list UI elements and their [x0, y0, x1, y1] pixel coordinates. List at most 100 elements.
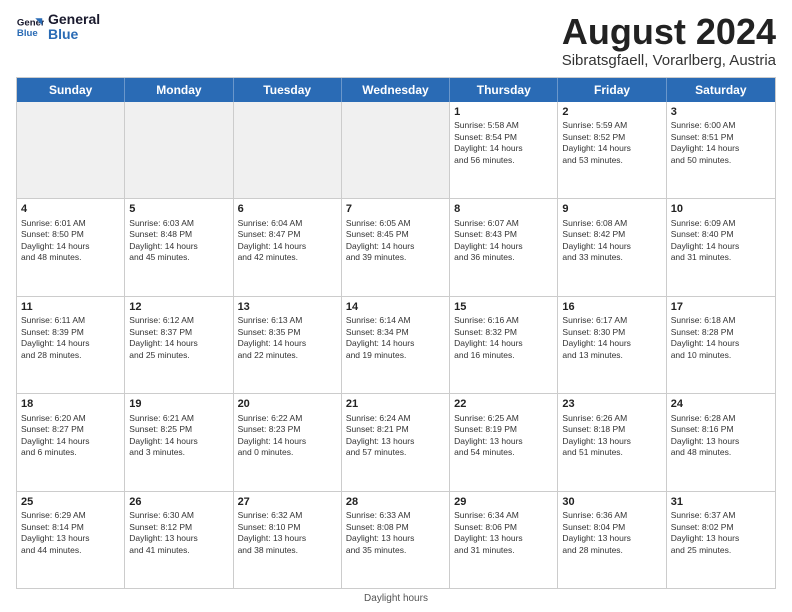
- day-number: 5: [129, 202, 228, 217]
- calendar-day-12: 12Sunrise: 6:12 AM Sunset: 8:37 PM Dayli…: [125, 297, 233, 393]
- day-number: 22: [454, 397, 553, 412]
- day-number: 28: [346, 495, 445, 510]
- header-day-tuesday: Tuesday: [234, 78, 342, 102]
- day-number: 30: [562, 495, 661, 510]
- calendar-day-1: 1Sunrise: 5:58 AM Sunset: 8:54 PM Daylig…: [450, 102, 558, 198]
- day-info: Sunrise: 6:18 AM Sunset: 8:28 PM Dayligh…: [671, 315, 771, 361]
- day-info: Sunrise: 6:08 AM Sunset: 8:42 PM Dayligh…: [562, 218, 661, 264]
- title-area: August 2024 Sibratsgfaell, Vorarlberg, A…: [562, 12, 776, 69]
- day-number: 21: [346, 397, 445, 412]
- day-number: 25: [21, 495, 120, 510]
- calendar-week-1: 1Sunrise: 5:58 AM Sunset: 8:54 PM Daylig…: [17, 102, 775, 199]
- location-subtitle: Sibratsgfaell, Vorarlberg, Austria: [562, 52, 776, 69]
- day-number: 31: [671, 495, 771, 510]
- top-area: General Blue General Blue August 2024 Si…: [16, 12, 776, 69]
- day-info: Sunrise: 6:11 AM Sunset: 8:39 PM Dayligh…: [21, 315, 120, 361]
- day-number: 4: [21, 202, 120, 217]
- calendar-day-31: 31Sunrise: 6:37 AM Sunset: 8:02 PM Dayli…: [667, 492, 775, 588]
- day-info: Sunrise: 6:03 AM Sunset: 8:48 PM Dayligh…: [129, 218, 228, 264]
- svg-text:Blue: Blue: [17, 28, 38, 39]
- calendar-day-17: 17Sunrise: 6:18 AM Sunset: 8:28 PM Dayli…: [667, 297, 775, 393]
- calendar-day-14: 14Sunrise: 6:14 AM Sunset: 8:34 PM Dayli…: [342, 297, 450, 393]
- calendar-day-18: 18Sunrise: 6:20 AM Sunset: 8:27 PM Dayli…: [17, 394, 125, 490]
- calendar-week-5: 25Sunrise: 6:29 AM Sunset: 8:14 PM Dayli…: [17, 492, 775, 588]
- calendar-day-6: 6Sunrise: 6:04 AM Sunset: 8:47 PM Daylig…: [234, 199, 342, 295]
- calendar-day-22: 22Sunrise: 6:25 AM Sunset: 8:19 PM Dayli…: [450, 394, 558, 490]
- day-number: 20: [238, 397, 337, 412]
- day-info: Sunrise: 6:21 AM Sunset: 8:25 PM Dayligh…: [129, 413, 228, 459]
- day-info: Sunrise: 6:13 AM Sunset: 8:35 PM Dayligh…: [238, 315, 337, 361]
- day-info: Sunrise: 6:28 AM Sunset: 8:16 PM Dayligh…: [671, 413, 771, 459]
- day-info: Sunrise: 6:12 AM Sunset: 8:37 PM Dayligh…: [129, 315, 228, 361]
- day-number: 7: [346, 202, 445, 217]
- day-number: 8: [454, 202, 553, 217]
- day-number: 10: [671, 202, 771, 217]
- day-number: 19: [129, 397, 228, 412]
- day-info: Sunrise: 5:58 AM Sunset: 8:54 PM Dayligh…: [454, 120, 553, 166]
- day-number: 13: [238, 300, 337, 315]
- day-info: Sunrise: 6:24 AM Sunset: 8:21 PM Dayligh…: [346, 413, 445, 459]
- calendar-day-28: 28Sunrise: 6:33 AM Sunset: 8:08 PM Dayli…: [342, 492, 450, 588]
- calendar-empty-cell: [125, 102, 233, 198]
- day-number: 18: [21, 397, 120, 412]
- calendar-day-21: 21Sunrise: 6:24 AM Sunset: 8:21 PM Dayli…: [342, 394, 450, 490]
- calendar-day-2: 2Sunrise: 5:59 AM Sunset: 8:52 PM Daylig…: [558, 102, 666, 198]
- calendar-day-25: 25Sunrise: 6:29 AM Sunset: 8:14 PM Dayli…: [17, 492, 125, 588]
- day-info: Sunrise: 6:33 AM Sunset: 8:08 PM Dayligh…: [346, 510, 445, 556]
- day-info: Sunrise: 6:01 AM Sunset: 8:50 PM Dayligh…: [21, 218, 120, 264]
- day-info: Sunrise: 6:17 AM Sunset: 8:30 PM Dayligh…: [562, 315, 661, 361]
- header-day-friday: Friday: [558, 78, 666, 102]
- day-info: Sunrise: 6:09 AM Sunset: 8:40 PM Dayligh…: [671, 218, 771, 264]
- calendar-day-4: 4Sunrise: 6:01 AM Sunset: 8:50 PM Daylig…: [17, 199, 125, 295]
- calendar-body: 1Sunrise: 5:58 AM Sunset: 8:54 PM Daylig…: [17, 102, 775, 588]
- calendar-week-2: 4Sunrise: 6:01 AM Sunset: 8:50 PM Daylig…: [17, 199, 775, 296]
- calendar-day-30: 30Sunrise: 6:36 AM Sunset: 8:04 PM Dayli…: [558, 492, 666, 588]
- day-info: Sunrise: 6:36 AM Sunset: 8:04 PM Dayligh…: [562, 510, 661, 556]
- day-info: Sunrise: 6:34 AM Sunset: 8:06 PM Dayligh…: [454, 510, 553, 556]
- calendar-week-3: 11Sunrise: 6:11 AM Sunset: 8:39 PM Dayli…: [17, 297, 775, 394]
- day-info: Sunrise: 5:59 AM Sunset: 8:52 PM Dayligh…: [562, 120, 661, 166]
- header-day-sunday: Sunday: [17, 78, 125, 102]
- day-info: Sunrise: 6:07 AM Sunset: 8:43 PM Dayligh…: [454, 218, 553, 264]
- day-number: 24: [671, 397, 771, 412]
- day-number: 16: [562, 300, 661, 315]
- day-number: 23: [562, 397, 661, 412]
- calendar-empty-cell: [234, 102, 342, 198]
- day-info: Sunrise: 6:14 AM Sunset: 8:34 PM Dayligh…: [346, 315, 445, 361]
- calendar-day-13: 13Sunrise: 6:13 AM Sunset: 8:35 PM Dayli…: [234, 297, 342, 393]
- calendar-day-20: 20Sunrise: 6:22 AM Sunset: 8:23 PM Dayli…: [234, 394, 342, 490]
- logo: General Blue General Blue: [16, 12, 100, 43]
- calendar-day-10: 10Sunrise: 6:09 AM Sunset: 8:40 PM Dayli…: [667, 199, 775, 295]
- month-title: August 2024: [562, 12, 776, 52]
- calendar-day-23: 23Sunrise: 6:26 AM Sunset: 8:18 PM Dayli…: [558, 394, 666, 490]
- day-info: Sunrise: 6:26 AM Sunset: 8:18 PM Dayligh…: [562, 413, 661, 459]
- day-info: Sunrise: 6:37 AM Sunset: 8:02 PM Dayligh…: [671, 510, 771, 556]
- day-info: Sunrise: 6:05 AM Sunset: 8:45 PM Dayligh…: [346, 218, 445, 264]
- day-info: Sunrise: 6:30 AM Sunset: 8:12 PM Dayligh…: [129, 510, 228, 556]
- day-number: 11: [21, 300, 120, 315]
- calendar-day-24: 24Sunrise: 6:28 AM Sunset: 8:16 PM Dayli…: [667, 394, 775, 490]
- header-day-saturday: Saturday: [667, 78, 775, 102]
- calendar-day-16: 16Sunrise: 6:17 AM Sunset: 8:30 PM Dayli…: [558, 297, 666, 393]
- calendar-day-3: 3Sunrise: 6:00 AM Sunset: 8:51 PM Daylig…: [667, 102, 775, 198]
- day-number: 1: [454, 105, 553, 120]
- header-day-wednesday: Wednesday: [342, 78, 450, 102]
- calendar-day-19: 19Sunrise: 6:21 AM Sunset: 8:25 PM Dayli…: [125, 394, 233, 490]
- day-info: Sunrise: 6:00 AM Sunset: 8:51 PM Dayligh…: [671, 120, 771, 166]
- calendar-day-11: 11Sunrise: 6:11 AM Sunset: 8:39 PM Dayli…: [17, 297, 125, 393]
- day-info: Sunrise: 6:20 AM Sunset: 8:27 PM Dayligh…: [21, 413, 120, 459]
- day-number: 6: [238, 202, 337, 217]
- calendar-empty-cell: [342, 102, 450, 198]
- calendar: SundayMondayTuesdayWednesdayThursdayFrid…: [16, 77, 776, 589]
- calendar-day-9: 9Sunrise: 6:08 AM Sunset: 8:42 PM Daylig…: [558, 199, 666, 295]
- day-info: Sunrise: 6:22 AM Sunset: 8:23 PM Dayligh…: [238, 413, 337, 459]
- day-info: Sunrise: 6:29 AM Sunset: 8:14 PM Dayligh…: [21, 510, 120, 556]
- page: General Blue General Blue August 2024 Si…: [0, 0, 792, 612]
- header-day-thursday: Thursday: [450, 78, 558, 102]
- header-day-monday: Monday: [125, 78, 233, 102]
- calendar-day-26: 26Sunrise: 6:30 AM Sunset: 8:12 PM Dayli…: [125, 492, 233, 588]
- day-number: 14: [346, 300, 445, 315]
- calendar-day-7: 7Sunrise: 6:05 AM Sunset: 8:45 PM Daylig…: [342, 199, 450, 295]
- day-number: 9: [562, 202, 661, 217]
- day-number: 12: [129, 300, 228, 315]
